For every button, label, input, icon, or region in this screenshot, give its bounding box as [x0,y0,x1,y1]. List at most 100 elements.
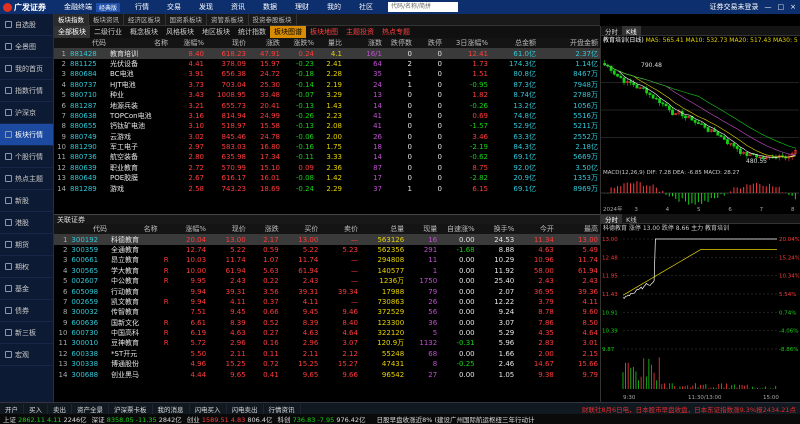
sidebar-item-12[interactable]: 基金 [0,278,53,300]
table-row[interactable]: 14 300688 创业黑马 4.44 9.65 0.41 9.65 9.66 96542 27 0… [54,369,600,379]
table-row[interactable]: 11 880736 航空装备 2.80 635.98 17.34 -0.11 3.33 14 0 0… [54,152,600,162]
sidebar-item-9[interactable]: 港股 [0,212,53,234]
table-row[interactable]: 6 605098 行动教育 9.94 39.31 3.56 39.31 39.34 17988 7… [54,286,600,296]
table-row[interactable]: 5 880710 种业 3.43 1008.95 33.48 -0.07 3.29 13 0 0 1.… [54,90,600,100]
stock-col-header[interactable]: 总量 [359,224,407,235]
search-input[interactable]: 代码/名称/简拼 [388,2,459,12]
sidebar-item-13[interactable]: 债券 [0,300,53,322]
sidebar-item-8[interactable]: 新股 [0,190,53,212]
index-item-1[interactable]: 深证 8358.05 -11.35 2842亿 [92,414,182,424]
toolbar-button-7[interactable]: 闪电卖出 [227,403,264,414]
top-tab-2[interactable]: 经济区板块 [124,13,166,26]
sector-col-header[interactable]: 涨数 [344,38,384,49]
toolbar-button-0[interactable]: 开户 [0,403,24,414]
table-row[interactable]: 10 881290 军工电子 2.97 583.03 16.80 -0.16 1.75 18 0 0… [54,142,600,152]
sector-col-header[interactable]: 总金额 [490,38,538,49]
sector-col-header[interactable]: 现价 [206,38,248,49]
table-row[interactable]: 1 300192 科德教育 20.04 13.00 2.17 13.00—563126 16 0… [54,234,600,245]
sector-col-header[interactable]: 跌停数 [384,38,414,49]
menu-news[interactable]: 资讯 [222,2,254,12]
stock-col-header[interactable]: 今开 [516,224,556,235]
status-ticker[interactable]: 日股早盘收涨近8% (建设广州国际航运枢纽三年行动计 [377,414,535,424]
sector-extra-2[interactable]: 热点专题 [378,26,414,38]
sidebar-item-15[interactable]: 宏观 [0,344,53,366]
table-row[interactable]: 1 881428 教育培训 8.40 618.23 47.91 0.24 4.1 16/1 0 0 1… [54,48,600,59]
sidebar-item-10[interactable]: 期货 [0,234,53,256]
index-item-2[interactable]: 创业 1589.51 4.83 806.4亿 [187,414,273,424]
sector-col-header[interactable]: 开盘金额 [538,38,600,49]
menu-mine[interactable]: 我的 [318,2,350,12]
sector-col-header[interactable]: 名称 [108,38,170,49]
menu-trade[interactable]: 交易 [158,2,190,12]
table-row[interactable]: 3 600661 昂立教育 R 10.03 11.74 1.07 11.74 — 294808 11… [54,255,600,265]
toolbar-button-1[interactable]: 买入 [24,403,48,414]
stock-col-header[interactable]: 买价 [280,224,321,235]
stock-col-header[interactable]: 代码 [69,224,110,235]
version-select[interactable]: 经典版 [96,2,121,12]
menu-wealth[interactable]: 理财 [286,2,318,12]
close-icon[interactable]: × [790,3,796,11]
sector-tab-3[interactable]: 风格板块 [162,26,198,38]
menu-quotes[interactable]: 行情 [126,2,158,12]
table-row[interactable]: 9 880749 云游戏 3.02 845.46 24.78 -0.06 2.00 26 0 0 3.… [54,132,600,142]
sidebar-item-2[interactable]: 我的首页 [0,58,53,80]
table-row[interactable]: 8 880655 钙钛矿电池 3.10 518.97 15.58 -0.13 2.08 41 0 0… [54,121,600,131]
stock-col-header[interactable]: 现价 [208,224,248,235]
sector-col-header[interactable]: 3日涨幅% [444,38,490,49]
stock-col-header[interactable]: 名称 [109,224,160,235]
top-tab-5[interactable]: 投资参股板块 [249,13,297,26]
sector-col-header[interactable]: 量比 [316,38,344,49]
toolbar-button-8[interactable]: 行情资讯 [264,403,301,414]
table-row[interactable]: 2 881125 光伏设备 4.41 378.09 15.97 -0.23 2.41 64 2 0 1… [54,59,600,69]
sector-map-badge[interactable]: 板块图谱 [270,26,306,38]
table-row[interactable]: 8 300032 传智教育 7.51 9.45 0.66 9.45 9.46 372529 56 0… [54,307,600,317]
table-row[interactable]: 2 300359 全通教育 12.74 5.22 0.59 5.22 5.23 562356 29… [54,245,600,255]
tab-intraday[interactable]: 分时 [601,26,622,36]
index-item-3[interactable]: 科创 736.83 -7.95 976.42亿 [278,414,366,424]
table-row[interactable]: 12 880639 职业教育 2.72 570.99 15.10 0.09 2.36 87 0 0 8… [54,163,600,173]
sector-extra-0[interactable]: 板块地图 [306,26,342,38]
sector-col-header[interactable] [54,38,68,49]
sidebar-item-1[interactable]: 全景图 [0,36,53,58]
tab-intraday-2[interactable]: 分时 [601,213,622,224]
table-row[interactable]: 9 600636 国新文化 R 6.61 8.39 0.52 8.39 8.40 123300 36… [54,318,600,328]
sector-tab-5[interactable]: 统计指数 [234,26,270,38]
sector-tab-0[interactable]: 全部板块 [54,26,90,38]
menu-discover[interactable]: 发现 [190,2,222,12]
sector-tab-4[interactable]: 地区板块 [198,26,234,38]
sidebar-item-5[interactable]: 板块行情 [0,124,53,146]
table-row[interactable]: 6 881287 地源兵装 3.21 655.73 20.41 -0.13 1.43 14 0 0 -… [54,100,600,110]
table-row[interactable]: 5 002607 中公教育 R 9.95 2.43 0.22 2.43 — 1236万 1750 0.… [54,276,600,286]
stock-col-header[interactable] [54,224,70,235]
news-ticker[interactable]: 财联社8月6日电，日本股市早盘收盘，日本东证指数涨9.3%报2434.21点 [582,404,800,414]
index-item-0[interactable]: 上证 2862.11 4.11 2246亿 [3,414,87,424]
table-row[interactable]: 14 881289 游戏 2.58 743.23 18.69 -0.24 2.29 37 1 0 6.… [54,183,600,193]
sector-col-header[interactable]: 代码 [68,38,108,49]
stock-col-header[interactable]: 涨幅% [170,224,209,235]
sector-col-header[interactable]: 涨跌% [282,38,316,49]
tab-kline[interactable]: K线 [622,25,641,36]
sidebar-item-4[interactable]: 沪深京 [0,102,53,124]
toolbar-button-2[interactable]: 卖出 [48,403,72,414]
table-row[interactable]: 7 002659 凯文教育 R 9.94 4.11 0.37 4.11 — 730863 26 0.0… [54,297,600,307]
toolbar-button-3[interactable]: 资产全景 [72,403,109,414]
sector-col-header[interactable]: 跌停 [414,38,444,49]
stock-col-header[interactable]: 涨跌 [247,224,281,235]
stock-col-header[interactable]: 卖价 [320,224,360,235]
stock-col-header[interactable] [159,224,171,235]
sector-tab-1[interactable]: 二级行业 [90,26,126,38]
sidebar-item-11[interactable]: 期权 [0,256,53,278]
table-row[interactable]: 13 880649 POE胶膜 2.67 616.17 16.01 -0.08 1.42 17 0… [54,173,600,183]
sector-extra-1[interactable]: 主题投资 [342,26,378,38]
minimize-icon[interactable]: — [765,3,772,11]
table-row[interactable]: 11 300010 豆神教育 R 5.72 2.96 0.16 2.96 3.07 120.9万 1… [54,338,600,348]
sector-col-header[interactable]: 涨幅% [170,38,206,49]
table-row[interactable]: 12 600338 *ST开元 5.50 2.11 0.11 2.11 2.12 55248 68… [54,349,600,359]
menu-community[interactable]: 社区 [350,2,382,12]
table-row[interactable]: 4 300565 学大教育 R 10.00 61.94 5.63 61.94—140577 1 0… [54,266,600,276]
toolbar-button-5[interactable]: 我的消息 [153,403,190,414]
maximize-icon[interactable]: □ [778,3,785,11]
top-tab-1[interactable]: 板块资讯 [89,13,124,26]
intraday-chart[interactable]: 13.00 20.04% 12.48 15.24% 11.95 10.34% 11.43 5.… [601,233,800,401]
table-row[interactable]: 4 880737 HJT电池 3.73 703.04 25.30 -0.14 2.19 24 1 0… [54,80,600,90]
